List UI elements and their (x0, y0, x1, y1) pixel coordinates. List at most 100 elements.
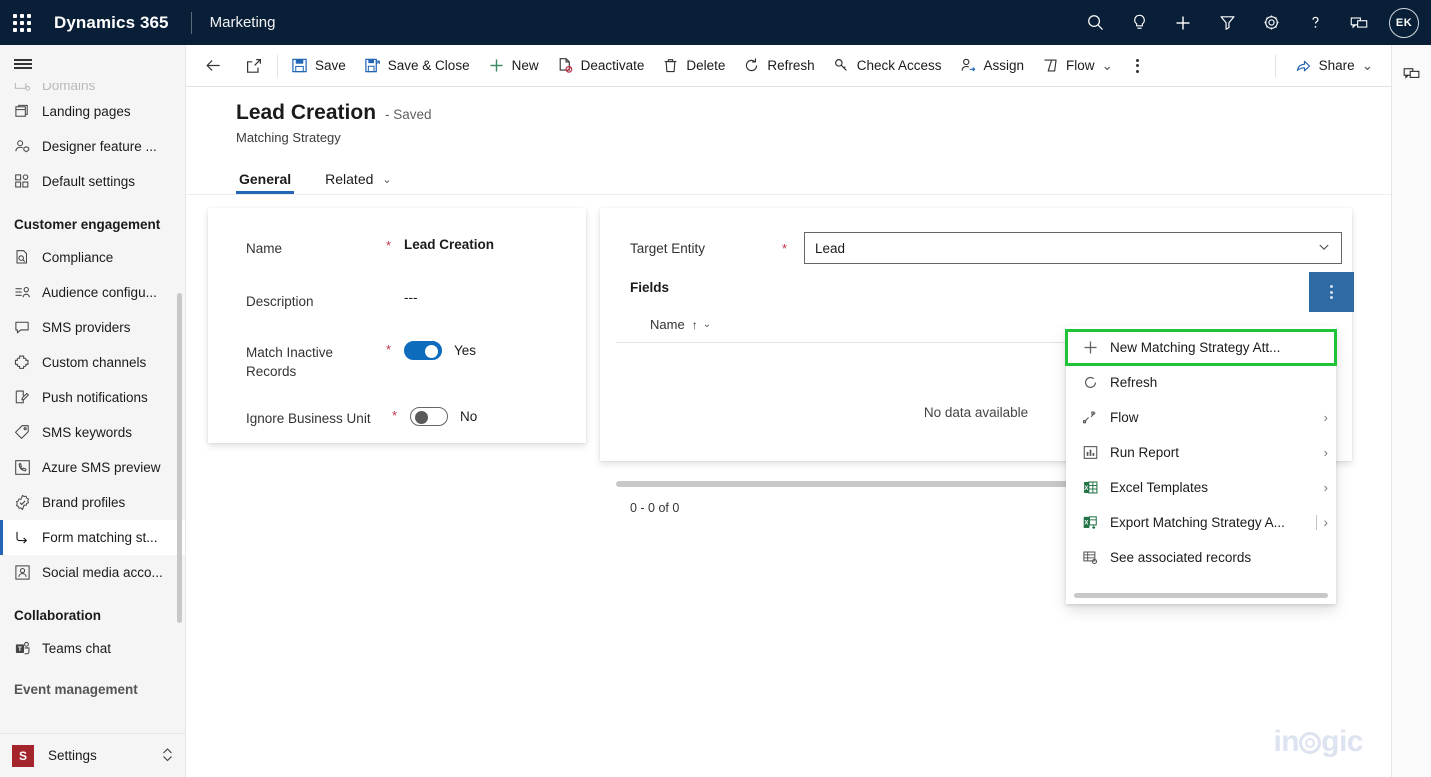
menu-item-excel-templates[interactable]: X Excel Templates › (1066, 470, 1336, 505)
toggle-value: Yes (454, 343, 477, 358)
sidebar-scrollbar[interactable] (177, 293, 182, 623)
sidebar-item-sms-keywords[interactable]: SMS keywords (0, 415, 185, 450)
brand-title[interactable]: Dynamics 365 (54, 13, 169, 33)
deactivate-icon (557, 57, 574, 74)
name-field-value[interactable]: Lead Creation (404, 237, 494, 252)
feedback-icon[interactable] (1337, 0, 1381, 45)
sidebar-item-brand-profiles[interactable]: Brand profiles (0, 485, 185, 520)
chevron-right-icon[interactable]: › (1316, 410, 1328, 425)
column-header-name[interactable]: Name ↑ ⌄ (650, 317, 711, 332)
description-field-value[interactable]: --- (404, 290, 418, 305)
deactivate-button[interactable]: Deactivate (548, 45, 654, 87)
menu-item-run-report[interactable]: Run Report › (1066, 435, 1336, 470)
settings-area-switcher[interactable]: S Settings (0, 733, 185, 777)
app-launcher-icon[interactable] (0, 0, 44, 45)
sidebar-item-label: Compliance (42, 250, 114, 265)
back-button[interactable] (192, 45, 235, 87)
sidebar-item-custom-channels[interactable]: Custom channels (0, 345, 185, 380)
custom-channels-icon (14, 354, 40, 371)
help-icon[interactable] (1293, 0, 1337, 45)
sidebar-item-push-notifications[interactable]: Push notifications (0, 380, 185, 415)
ignore-business-unit-toggle[interactable] (410, 407, 448, 426)
chevron-down-icon[interactable]: ⌄ (382, 173, 391, 186)
hamburger-menu-icon[interactable] (0, 45, 185, 83)
sidebar-group-collaboration: Collaboration (14, 608, 101, 623)
new-button[interactable]: New (479, 45, 548, 87)
flow-button[interactable]: Flow ⌄ (1033, 45, 1122, 87)
sidebar-item-compliance[interactable]: Compliance (0, 240, 185, 275)
chevron-right-icon[interactable]: › (1316, 480, 1328, 495)
audience-config-icon (14, 284, 40, 301)
tab-general[interactable]: General (236, 171, 295, 194)
save-and-close-button[interactable]: Save & Close (355, 45, 479, 87)
feedback-icon[interactable] (1396, 57, 1428, 89)
sidebar-item-azure-sms-preview[interactable]: Azure SMS preview (0, 450, 185, 485)
menu-item-refresh[interactable]: Refresh (1066, 365, 1336, 400)
lightbulb-icon[interactable] (1117, 0, 1161, 45)
sidebar-item-domains[interactable]: Domains (0, 83, 185, 94)
split-divider (1315, 515, 1317, 530)
app-name[interactable]: Marketing (210, 14, 276, 31)
search-icon[interactable] (1073, 0, 1117, 45)
watermark-suffix: gic (1321, 725, 1363, 758)
sidebar-item-default-settings[interactable]: Default settings (0, 164, 185, 199)
avatar[interactable]: EK (1389, 7, 1419, 38)
share-icon (1295, 57, 1312, 74)
menu-item-new-matching-strategy-attribute[interactable]: New Matching Strategy Att... (1065, 329, 1337, 366)
menu-item-export-matching-strategy-attributes[interactable]: X Export Matching Strategy A... › (1066, 505, 1336, 540)
check-access-button[interactable]: Check Access (824, 45, 951, 87)
command-overflow-button[interactable] (1122, 45, 1153, 87)
chevron-down-icon[interactable] (1317, 240, 1331, 257)
sidebar-item-designer-feature[interactable]: Designer feature ... (0, 129, 185, 164)
sidebar-item-audience-configuration[interactable]: Audience configu... (0, 275, 185, 310)
page-subtitle: Matching Strategy (236, 130, 341, 145)
subgrid-overflow-button[interactable] (1309, 272, 1354, 312)
chevron-down-icon[interactable]: ⌄ (1362, 58, 1373, 74)
refresh-icon (1082, 374, 1110, 391)
command-label: New (511, 58, 539, 73)
split-button-area[interactable]: › (1315, 515, 1329, 530)
sidebar-item-social-media-accounts[interactable]: Social media acco... (0, 555, 185, 590)
plus-icon[interactable] (1161, 0, 1205, 45)
share-button[interactable]: Share ⌄ (1286, 45, 1391, 87)
chevron-down-icon[interactable]: ⌄ (703, 319, 711, 330)
menu-item-flow[interactable]: Flow › (1066, 400, 1336, 435)
menu-item-see-associated-records[interactable]: See associated records (1066, 540, 1336, 575)
page-title: Lead Creation (236, 101, 377, 124)
landing-pages-icon (14, 103, 40, 120)
target-entity-select[interactable]: Lead (804, 232, 1342, 264)
sidebar-item-sms-providers[interactable]: SMS providers (0, 310, 185, 345)
tab-related[interactable]: Related ⌄ (322, 171, 394, 194)
menu-item-label: See associated records (1110, 550, 1252, 565)
field-row-name: Name * Lead Creation (208, 208, 586, 258)
assign-button[interactable]: Assign (951, 45, 1034, 87)
required-indicator: * (386, 342, 392, 357)
command-label: Flow (1066, 58, 1095, 73)
match-inactive-records-toggle[interactable] (404, 341, 442, 360)
chevron-right-icon[interactable]: › (1324, 515, 1329, 530)
ellipsis-icon (1330, 285, 1333, 299)
delete-button[interactable]: Delete (653, 45, 734, 87)
social-media-icon (14, 564, 40, 581)
associated-records-icon (1082, 549, 1110, 566)
chevron-right-icon[interactable]: › (1316, 445, 1328, 460)
sidebar-item-landing-pages[interactable]: Landing pages (0, 94, 185, 129)
required-indicator: * (386, 238, 392, 253)
open-new-window-button[interactable] (235, 45, 273, 87)
sort-ascending-icon[interactable]: ↑ (692, 318, 698, 332)
chevron-updown-icon[interactable] (161, 746, 174, 766)
chevron-down-icon[interactable]: ⌄ (1102, 58, 1113, 74)
filter-icon[interactable] (1205, 0, 1249, 45)
context-menu-scrollbar[interactable] (1074, 593, 1328, 598)
save-button[interactable]: Save (282, 45, 355, 87)
settings-label: Settings (48, 748, 97, 763)
gear-icon[interactable] (1249, 0, 1293, 45)
sidebar: Domains Landing pages Designer feature .… (0, 45, 186, 777)
sidebar-group-customer-engagement: Customer engagement (14, 217, 161, 232)
refresh-button[interactable]: Refresh (734, 45, 823, 87)
sidebar-item-teams-chat[interactable]: T Teams chat (0, 631, 185, 666)
excel-templates-icon: X (1082, 479, 1110, 496)
sidebar-scrollbar-thumb[interactable] (177, 293, 182, 623)
tab-label: Related (325, 171, 374, 187)
sidebar-item-form-matching-strategies[interactable]: Form matching st... (0, 520, 185, 555)
